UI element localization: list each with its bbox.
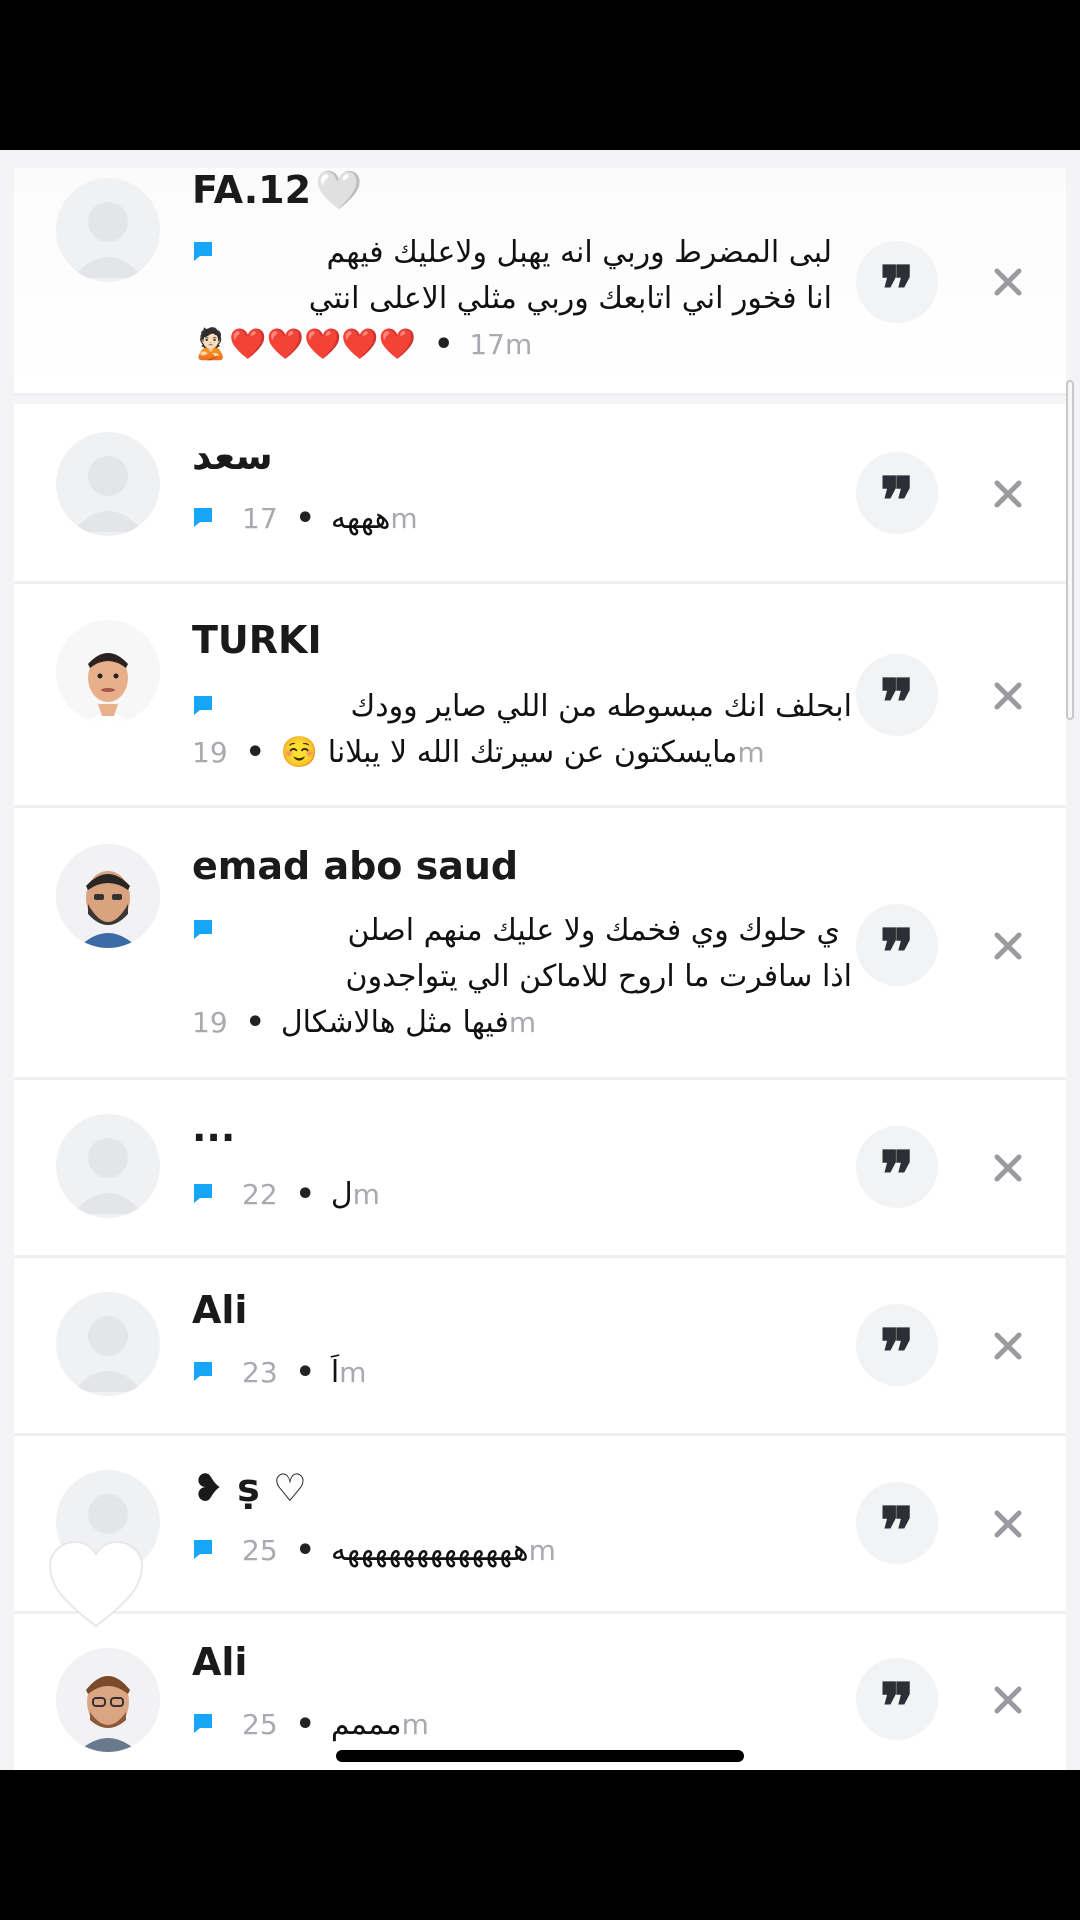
chat-bubble-icon	[194, 1362, 212, 1381]
username: Ali	[192, 1640, 248, 1684]
chat-bubble-icon	[194, 1714, 212, 1733]
reply-message: هههه•17m	[192, 496, 832, 542]
close-icon[interactable]	[988, 474, 1028, 514]
username: Ali	[192, 1288, 248, 1332]
reply-row[interactable]: TURKI ابحلف انك مبسوطه من اللي صاير وودك…	[14, 584, 1066, 808]
chat-bubble-icon	[194, 1540, 212, 1559]
reply-quote-button[interactable]: ❞	[856, 452, 938, 539]
reply-quote-button[interactable]: ❞	[856, 1126, 938, 1213]
avatar-bitmoji[interactable]	[56, 620, 160, 724]
status-bar-area	[0, 0, 1080, 150]
avatar-placeholder[interactable]	[56, 1114, 160, 1218]
reply-row[interactable]: Ali مممم•25m ❞	[14, 1614, 1066, 1770]
reply-message: لبى المضرط وربي انه يهبل ولاعليك فيهم ان…	[192, 235, 832, 362]
close-icon[interactable]	[988, 676, 1028, 716]
reply-row[interactable]: ❥ ṣ ♡ هههههههههههههه•25m ❞	[14, 1436, 1066, 1614]
username: TURKI	[192, 618, 322, 662]
replies-list: FA.12 🤍 لبى المضرط وربي انه يهبل ولاعليك …	[14, 150, 1066, 1770]
close-icon[interactable]	[988, 262, 1028, 302]
close-icon[interactable]	[988, 1680, 1028, 1720]
heart-icon[interactable]	[46, 1540, 146, 1630]
reply-message: اَ•23m	[192, 1350, 832, 1396]
reply-row[interactable]: Ali اَ•23m ❞	[14, 1258, 1066, 1436]
avatar-bitmoji[interactable]	[56, 844, 160, 948]
reply-quote-button[interactable]: ❞	[856, 904, 938, 991]
avatar-placeholder[interactable]	[56, 432, 160, 536]
home-indicator[interactable]	[336, 1750, 744, 1762]
reply-row[interactable]: ... ل•22m ❞	[14, 1080, 1066, 1258]
bottom-black-area	[0, 1770, 1080, 1920]
scrollbar-thumb[interactable]	[1066, 380, 1074, 720]
reply-quote-button[interactable]: ❞	[856, 241, 938, 328]
reply-row[interactable]: emad abo saud ي حلوك وي فخمك ولا عليك من…	[14, 808, 1066, 1080]
reply-message: هههههههههههههه•25m	[192, 1528, 832, 1574]
reply-row[interactable]: سعد هههه•17m ❞	[14, 404, 1066, 584]
story-replies-screen: FA.12 🤍 لبى المضرط وربي انه يهبل ولاعليك …	[0, 150, 1080, 1770]
close-icon[interactable]	[988, 926, 1028, 966]
username: سعد	[192, 434, 273, 478]
reply-quote-button[interactable]: ❞	[856, 1304, 938, 1391]
chat-bubble-icon	[194, 696, 212, 715]
username: emad abo saud	[192, 844, 519, 888]
avatar-placeholder[interactable]	[56, 1292, 160, 1396]
close-icon[interactable]	[988, 1504, 1028, 1544]
avatar-bitmoji[interactable]	[56, 1648, 160, 1752]
chat-bubble-icon	[194, 920, 212, 939]
reply-message: مممم•25m	[192, 1702, 832, 1748]
reply-row[interactable]: FA.12 🤍 لبى المضرط وربي انه يهبل ولاعليك …	[14, 168, 1066, 396]
reply-message: ابحلف انك مبسوطه من اللي صاير وودك مايسك…	[192, 689, 852, 770]
close-icon[interactable]	[988, 1326, 1028, 1366]
reply-message: ي حلوك وي فخمك ولا عليك منهم اصلن اذا سا…	[192, 913, 852, 1040]
close-icon[interactable]	[988, 1148, 1028, 1188]
avatar-placeholder[interactable]	[56, 178, 160, 282]
reply-message: ل•22m	[192, 1172, 832, 1218]
reply-quote-button[interactable]: ❞	[856, 1658, 938, 1745]
username: FA.12 🤍	[192, 168, 363, 212]
username: ...	[192, 1106, 236, 1150]
chat-bubble-icon	[194, 242, 212, 261]
username: ❥ ṣ ♡	[192, 1466, 307, 1510]
chat-bubble-icon	[194, 508, 212, 527]
chat-bubble-icon	[194, 1184, 212, 1203]
reply-quote-button[interactable]: ❞	[856, 1482, 938, 1569]
reply-quote-button[interactable]: ❞	[856, 654, 938, 741]
